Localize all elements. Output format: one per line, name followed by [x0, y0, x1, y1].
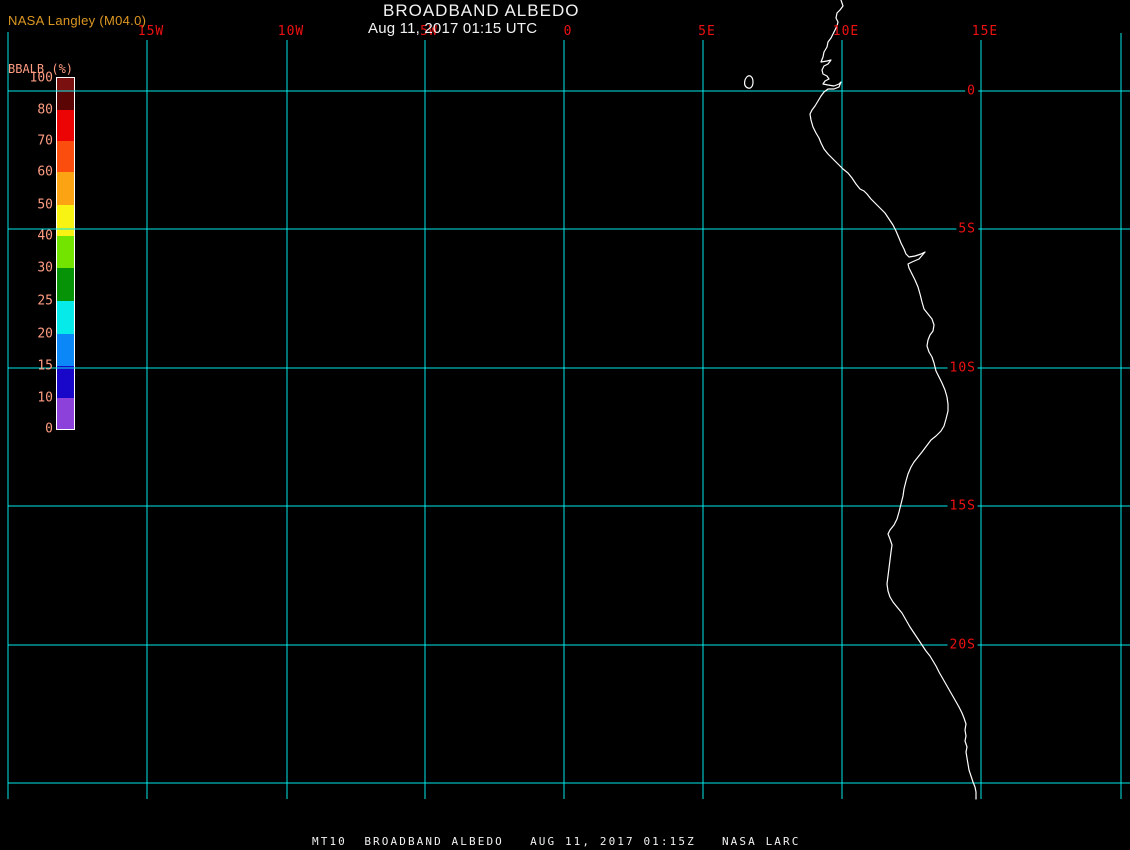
colorbar-tick-label: 60	[37, 164, 53, 180]
footer-status-line: MT10 BROADBAND ALBEDO AUG 11, 2017 01:15…	[312, 835, 801, 848]
latitude-label: 0	[965, 83, 978, 99]
colorbar-tick-label: 30	[37, 260, 53, 276]
colorbar-tick-label: 25	[37, 293, 53, 309]
longitude-label: 10E	[832, 24, 860, 39]
colorbar-tick-label: 70	[37, 133, 53, 149]
longitude-label: 15E	[971, 24, 999, 39]
latitude-label: 10S	[947, 360, 978, 376]
map-canvas: NASA Langley (M04.0) BROADBAND ALBEDO Au…	[0, 0, 1130, 850]
latitude-label: 5S	[956, 221, 978, 237]
map-plot	[7, 0, 1130, 800]
longitude-label: 10W	[277, 24, 305, 39]
colorbar-tick-label: 20	[37, 326, 53, 342]
timestamp-subtitle: Aug 11, 2017 01:15 UTC	[368, 20, 538, 37]
longitude-label: 0	[563, 24, 573, 39]
colorbar-tick-label: 15	[37, 358, 53, 374]
latitude-label: 15S	[947, 498, 978, 514]
colorbar-tick-label: 50	[37, 197, 53, 213]
page-title: BROADBAND ALBEDO	[383, 1, 580, 20]
colorbar-tick-label: 80	[37, 102, 53, 118]
agency-label: NASA Langley (M04.0)	[8, 13, 147, 28]
colorbar-tick-label: 10	[37, 390, 53, 406]
grid-lines	[7, 32, 1130, 799]
longitude-label: 5E	[698, 24, 716, 39]
latitude-label: 20S	[947, 637, 978, 653]
island-outline	[744, 75, 754, 89]
colorbar-tick-label: 100	[29, 70, 53, 86]
colorbar-tick-label: 0	[45, 421, 53, 437]
colorbar-tick-label: 40	[37, 228, 53, 244]
coastline	[809, 0, 977, 800]
